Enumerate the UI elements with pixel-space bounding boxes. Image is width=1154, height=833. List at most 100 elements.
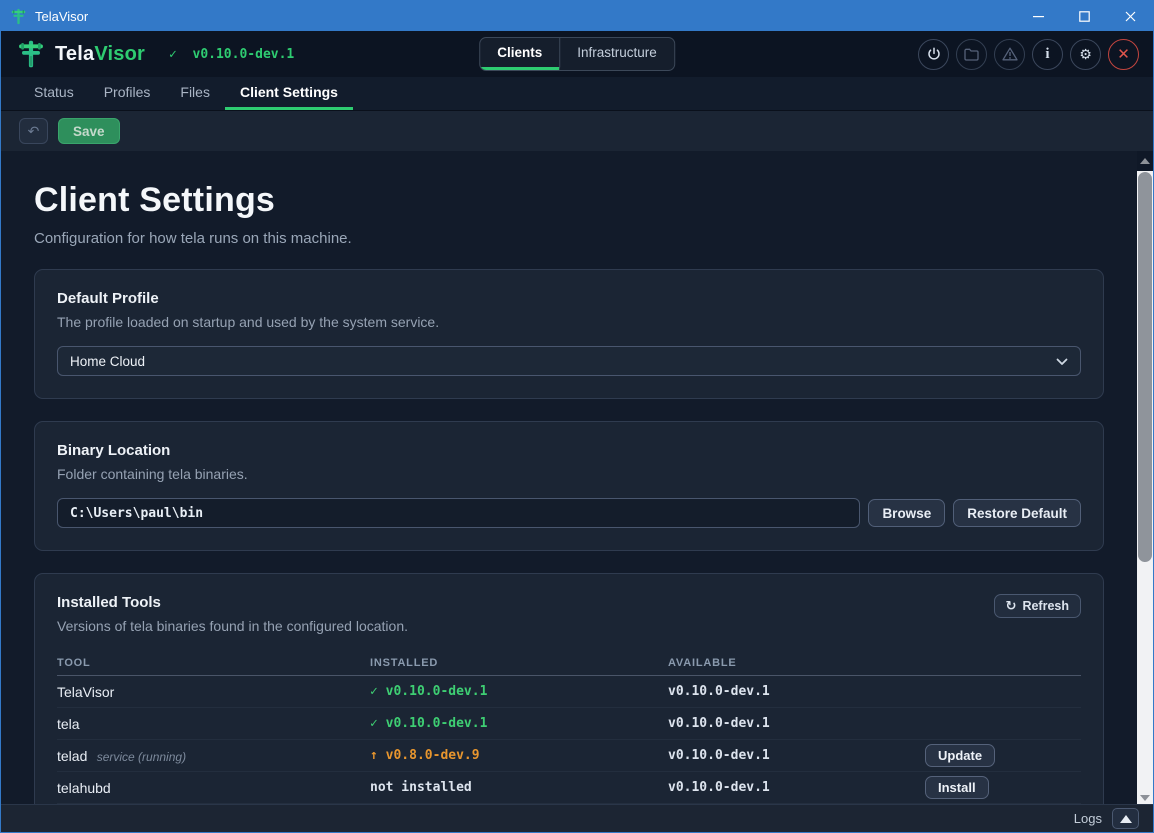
window-title: TelaVisor (35, 9, 1015, 24)
quit-button[interactable]: ✕ (1108, 39, 1139, 70)
tool-name: tela (57, 716, 80, 732)
browse-button[interactable]: Browse (868, 499, 945, 527)
chevron-down-icon (1056, 354, 1068, 369)
save-button[interactable]: Save (58, 118, 120, 144)
expand-logs-button[interactable] (1112, 808, 1139, 829)
binary-location-title: Binary Location (57, 442, 1081, 459)
power-icon (927, 47, 941, 61)
close-x-icon: ✕ (1117, 45, 1130, 63)
app-version: ✓ v0.10.0-dev.1 (169, 47, 294, 62)
app-name-tela: Tela (55, 43, 94, 65)
app-name: TelaVisor (55, 43, 145, 66)
tab-bar: Status Profiles Files Client Settings (1, 77, 1153, 111)
undo-icon: ↶ (28, 123, 40, 140)
column-installed: INSTALLED (370, 657, 668, 669)
installed-tools-description: Versions of tela binaries found in the c… (57, 618, 408, 634)
installed-tools-title: Installed Tools (57, 594, 408, 611)
installed-tools-header: Installed Tools Versions of tela binarie… (57, 594, 1081, 634)
installed-version: ✓ v0.10.0-dev.1 (370, 684, 668, 699)
tool-name: TelaVisor (57, 684, 114, 700)
folder-button[interactable] (956, 39, 987, 70)
available-version: v0.10.0-dev.1 (668, 780, 925, 795)
minimize-button[interactable] (1015, 1, 1061, 31)
status-footer: Logs (1, 804, 1153, 832)
table-row: telahubd not installed v0.10.0-dev.1 Ins… (57, 772, 1081, 804)
info-icon: i (1045, 46, 1049, 63)
column-available: AVAILABLE (668, 657, 925, 669)
tools-table: TOOL INSTALLED AVAILABLE TelaVisor ✓ v0.… (57, 650, 1081, 804)
telavisor-pole-icon (17, 39, 45, 69)
triangle-up-icon (1120, 815, 1132, 823)
scrollbar-up-button[interactable] (1137, 151, 1153, 171)
available-version: v0.10.0-dev.1 (668, 748, 925, 763)
default-profile-description: The profile loaded on startup and used b… (57, 314, 1081, 330)
maximize-icon (1079, 11, 1090, 22)
mode-toggle: Clients Infrastructure (479, 37, 675, 71)
page-title: Client Settings (34, 181, 1104, 220)
os-titlebar: TelaVisor (1, 1, 1153, 31)
power-button[interactable] (918, 39, 949, 70)
scrollbar-thumb[interactable] (1138, 172, 1152, 562)
binary-path-row: C:\Users\paul\bin Browse Restore Default (57, 498, 1081, 528)
maximize-button[interactable] (1061, 1, 1107, 31)
available-version: v0.10.0-dev.1 (668, 716, 925, 731)
tab-files[interactable]: Files (165, 77, 225, 110)
row-action-button[interactable]: Install (925, 776, 989, 799)
binary-location-card: Binary Location Folder containing tela b… (34, 421, 1104, 551)
default-profile-card: Default Profile The profile loaded on st… (34, 269, 1104, 399)
refresh-button[interactable]: ↻ Refresh (994, 594, 1081, 618)
restore-default-button[interactable]: Restore Default (953, 499, 1081, 527)
scroll-down-icon (1140, 795, 1150, 801)
app-name-visor: Visor (94, 43, 145, 65)
header-actions: i ⚙ ✕ (918, 39, 1139, 70)
scrollbar-down-button[interactable] (1137, 795, 1153, 801)
refresh-label: Refresh (1022, 599, 1069, 613)
info-button[interactable]: i (1032, 39, 1063, 70)
tab-profiles[interactable]: Profiles (89, 77, 166, 110)
row-action-button[interactable]: Update (925, 744, 995, 767)
installed-version: ↑ v0.8.0-dev.9 (370, 748, 668, 763)
selected-profile: Home Cloud (70, 354, 145, 369)
folder-icon (964, 48, 979, 61)
tab-client-settings[interactable]: Client Settings (225, 77, 353, 110)
warning-icon (1002, 47, 1018, 61)
binary-location-description: Folder containing tela binaries. (57, 466, 1081, 482)
close-icon (1125, 11, 1136, 22)
app-logo-icon (10, 8, 27, 25)
settings-button[interactable]: ⚙ (1070, 39, 1101, 70)
tool-note: service (running) (93, 750, 186, 764)
app-logo: TelaVisor ✓ v0.10.0-dev.1 (17, 39, 294, 69)
settings-toolbar: ↶ Save (1, 111, 1153, 151)
binary-path-input[interactable]: C:\Users\paul\bin (57, 498, 860, 528)
table-row: TelaVisor ✓ v0.10.0-dev.1 v0.10.0-dev.1 (57, 676, 1081, 708)
vertical-scrollbar[interactable] (1137, 151, 1153, 804)
tools-table-body: TelaVisor ✓ v0.10.0-dev.1 v0.10.0-dev.1 … (57, 676, 1081, 804)
tools-table-header: TOOL INSTALLED AVAILABLE (57, 650, 1081, 676)
logs-label: Logs (1074, 811, 1102, 826)
default-profile-select[interactable]: Home Cloud (57, 346, 1081, 376)
version-number: v0.10.0-dev.1 (193, 47, 295, 62)
installed-version: not installed (370, 780, 668, 795)
close-window-button[interactable] (1107, 1, 1153, 31)
installed-tools-card: Installed Tools Versions of tela binarie… (34, 573, 1104, 804)
app-header: TelaVisor ✓ v0.10.0-dev.1 Clients Infras… (1, 31, 1153, 77)
default-profile-title: Default Profile (57, 290, 1081, 307)
tool-name: telad (57, 748, 87, 764)
scroll-up-icon (1140, 158, 1150, 164)
installed-version: ✓ v0.10.0-dev.1 (370, 716, 668, 731)
version-check-icon: ✓ (169, 47, 177, 62)
table-row: telad service (running) ↑ v0.8.0-dev.9 v… (57, 740, 1081, 772)
tool-name: telahubd (57, 780, 111, 796)
refresh-icon: ↻ (1006, 598, 1017, 614)
undo-button[interactable]: ↶ (19, 118, 48, 144)
column-tool: TOOL (57, 657, 370, 669)
tab-status[interactable]: Status (19, 77, 89, 110)
gear-icon: ⚙ (1079, 46, 1092, 63)
available-version: v0.10.0-dev.1 (668, 684, 925, 699)
minimize-icon (1033, 11, 1044, 22)
main-content: Client Settings Configuration for how te… (1, 151, 1153, 804)
table-row: tela ✓ v0.10.0-dev.1 v0.10.0-dev.1 (57, 708, 1081, 740)
toggle-clients[interactable]: Clients (480, 38, 559, 70)
warnings-button[interactable] (994, 39, 1025, 70)
toggle-infrastructure[interactable]: Infrastructure (559, 38, 674, 70)
